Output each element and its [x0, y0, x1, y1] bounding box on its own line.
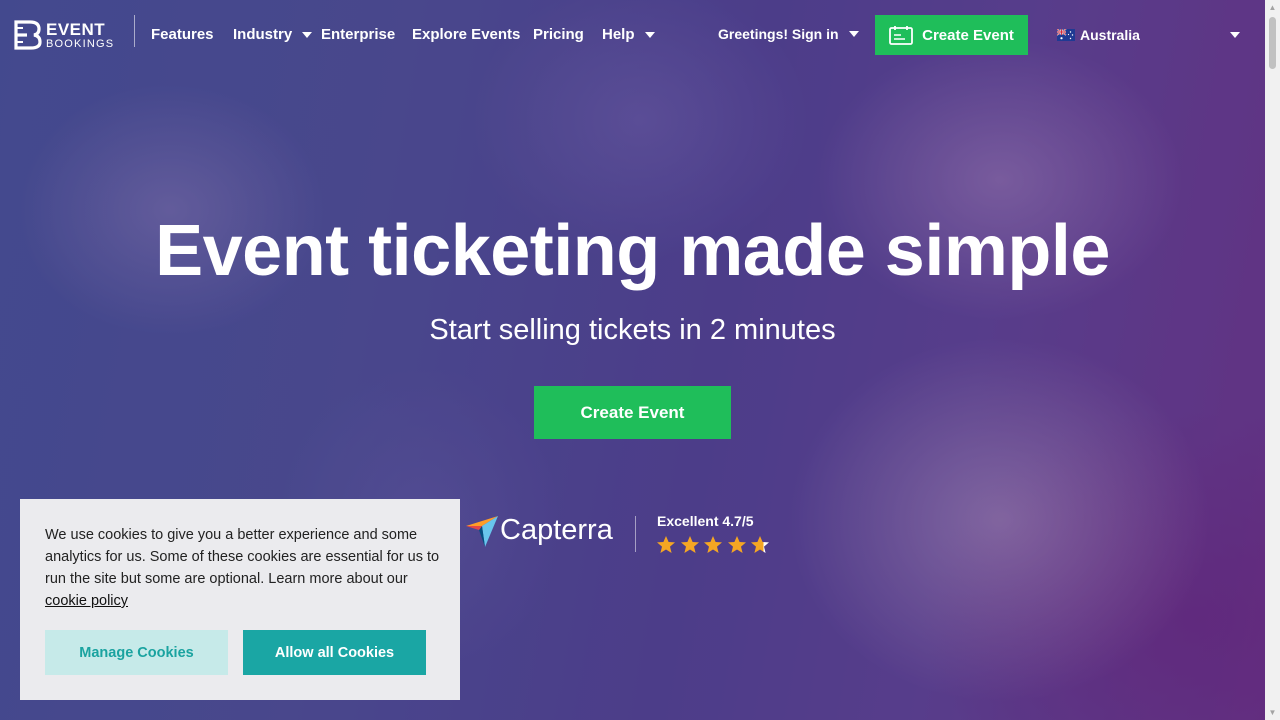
star-icon	[657, 536, 675, 553]
rating-divider	[635, 516, 636, 552]
capterra-name: Capterra	[500, 513, 613, 546]
logo-line1: EVENT	[46, 19, 106, 39]
cookie-text: We use cookies to give you a better expe…	[45, 527, 440, 587]
hero-title: Event ticketing made simple	[155, 211, 1110, 291]
nav-industry-label: Industry	[233, 26, 293, 43]
nav-pricing[interactable]: Pricing	[533, 26, 584, 43]
ticket-icon	[889, 26, 914, 45]
manage-cookies-button[interactable]: Manage Cookies	[45, 630, 228, 675]
sign-in-menu[interactable]: Greetings! Sign in	[718, 26, 859, 42]
star-icon	[680, 536, 699, 553]
capterra-logo-icon	[466, 516, 498, 547]
nav-industry[interactable]: Industry	[233, 26, 313, 43]
create-event-button-hero[interactable]: Create Event	[534, 386, 731, 439]
nav-explore-events[interactable]: Explore Events	[412, 26, 520, 43]
capterra-badge[interactable]: Capterra	[465, 512, 613, 548]
rating-stars	[656, 535, 774, 555]
nav-pricing-label: Pricing	[533, 26, 584, 43]
sign-in-label: Greetings! Sign in	[718, 26, 839, 42]
logo-mark-icon	[14, 20, 42, 50]
star-icon	[704, 536, 722, 553]
scroll-up-arrow-icon[interactable]: ▲	[1265, 0, 1280, 15]
star-icon	[727, 536, 746, 553]
site-header: EVENT BOOKINGS Features Industry Enterpr…	[0, 0, 1265, 70]
nav-explore-events-label: Explore Events	[412, 26, 521, 43]
hero-subtitle: Start selling tickets in 2 minutes	[429, 314, 836, 346]
australia-flag-icon	[1057, 29, 1075, 41]
logo-text: EVENT BOOKINGS	[46, 21, 114, 50]
create-event-button-header[interactable]: Create Event	[875, 15, 1028, 55]
nav-features[interactable]: Features	[151, 26, 214, 43]
chevron-down-icon[interactable]	[1230, 32, 1240, 38]
nav-enterprise-label: Enterprise	[321, 26, 396, 43]
cookie-policy-link[interactable]: cookie policy	[45, 593, 128, 609]
nav-enterprise[interactable]: Enterprise	[321, 26, 395, 43]
rating-label: Excellent 4.7/5	[657, 513, 754, 529]
cookie-message: We use cookies to give you a better expe…	[45, 524, 440, 612]
chevron-down-icon	[302, 31, 313, 38]
allow-all-cookies-button[interactable]: Allow all Cookies	[243, 630, 426, 675]
country-selector[interactable]: Australia	[1057, 27, 1140, 43]
chevron-down-icon	[644, 31, 655, 38]
scroll-down-arrow-icon[interactable]: ▼	[1265, 705, 1280, 720]
star-icon	[751, 536, 769, 553]
nav-help[interactable]: Help	[602, 26, 655, 43]
scroll-thumb[interactable]	[1269, 17, 1276, 69]
page-scrollbar[interactable]: ▲ ▼	[1265, 0, 1280, 720]
logo-divider	[134, 15, 135, 47]
country-label: Australia	[1080, 27, 1140, 43]
event-bookings-logo[interactable]: EVENT BOOKINGS	[14, 20, 114, 50]
nav-features-label: Features	[151, 26, 214, 43]
nav-help-label: Help	[602, 26, 635, 43]
chevron-down-icon	[848, 31, 859, 37]
logo-line2: BOOKINGS	[46, 37, 115, 50]
cookie-banner: We use cookies to give you a better expe…	[20, 499, 460, 700]
create-event-label: Create Event	[922, 26, 1014, 44]
